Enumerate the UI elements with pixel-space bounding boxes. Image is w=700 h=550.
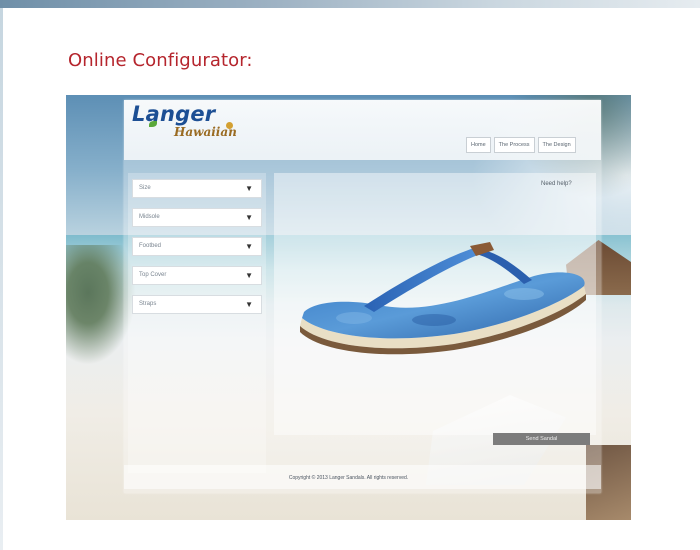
straps-dropdown[interactable]: Straps ▼ bbox=[132, 295, 262, 314]
flower-icon bbox=[226, 122, 233, 129]
straps-dropdown-label: Straps bbox=[139, 301, 157, 307]
top-decoration-strip bbox=[0, 0, 700, 8]
top-cover-dropdown-label: Top Cover bbox=[139, 272, 167, 278]
configurator-screenshot: Langer Hawaiian Home The Process The Des… bbox=[66, 95, 631, 520]
copyright-text: Copyright © 2013 Langer Sandals. All rig… bbox=[288, 475, 409, 481]
size-dropdown[interactable]: Size ▼ bbox=[132, 179, 262, 198]
footbed-dropdown[interactable]: Footbed ▼ bbox=[132, 237, 262, 256]
langer-logo[interactable]: Langer bbox=[132, 102, 215, 126]
chevron-down-icon: ▼ bbox=[245, 271, 253, 280]
sandal-preview-image bbox=[300, 242, 586, 355]
size-dropdown-label: Size bbox=[139, 185, 151, 191]
nav-tabs: Home The Process The Design bbox=[466, 137, 576, 153]
send-sandal-button[interactable]: Send Sandal bbox=[493, 433, 590, 445]
option-dropdowns: Size ▼ Midsole ▼ Footbed ▼ Top Cover ▼ S… bbox=[132, 179, 262, 324]
need-help-link[interactable]: Need help? bbox=[541, 181, 572, 187]
chevron-down-icon: ▼ bbox=[245, 242, 253, 251]
left-edge-decoration bbox=[0, 8, 3, 550]
tab-the-design[interactable]: The Design bbox=[537, 137, 576, 153]
midsole-dropdown[interactable]: Midsole ▼ bbox=[132, 208, 262, 227]
footbed-dropdown-label: Footbed bbox=[139, 243, 162, 249]
page-heading: Online Configurator: bbox=[68, 50, 253, 71]
chevron-down-icon: ▼ bbox=[245, 300, 253, 309]
chevron-down-icon: ▼ bbox=[245, 184, 253, 193]
chevron-down-icon: ▼ bbox=[245, 213, 253, 222]
midsole-dropdown-label: Midsole bbox=[139, 214, 160, 220]
tab-the-process[interactable]: The Process bbox=[493, 137, 535, 153]
tab-home[interactable]: Home bbox=[466, 137, 491, 153]
top-cover-dropdown[interactable]: Top Cover ▼ bbox=[132, 266, 262, 285]
